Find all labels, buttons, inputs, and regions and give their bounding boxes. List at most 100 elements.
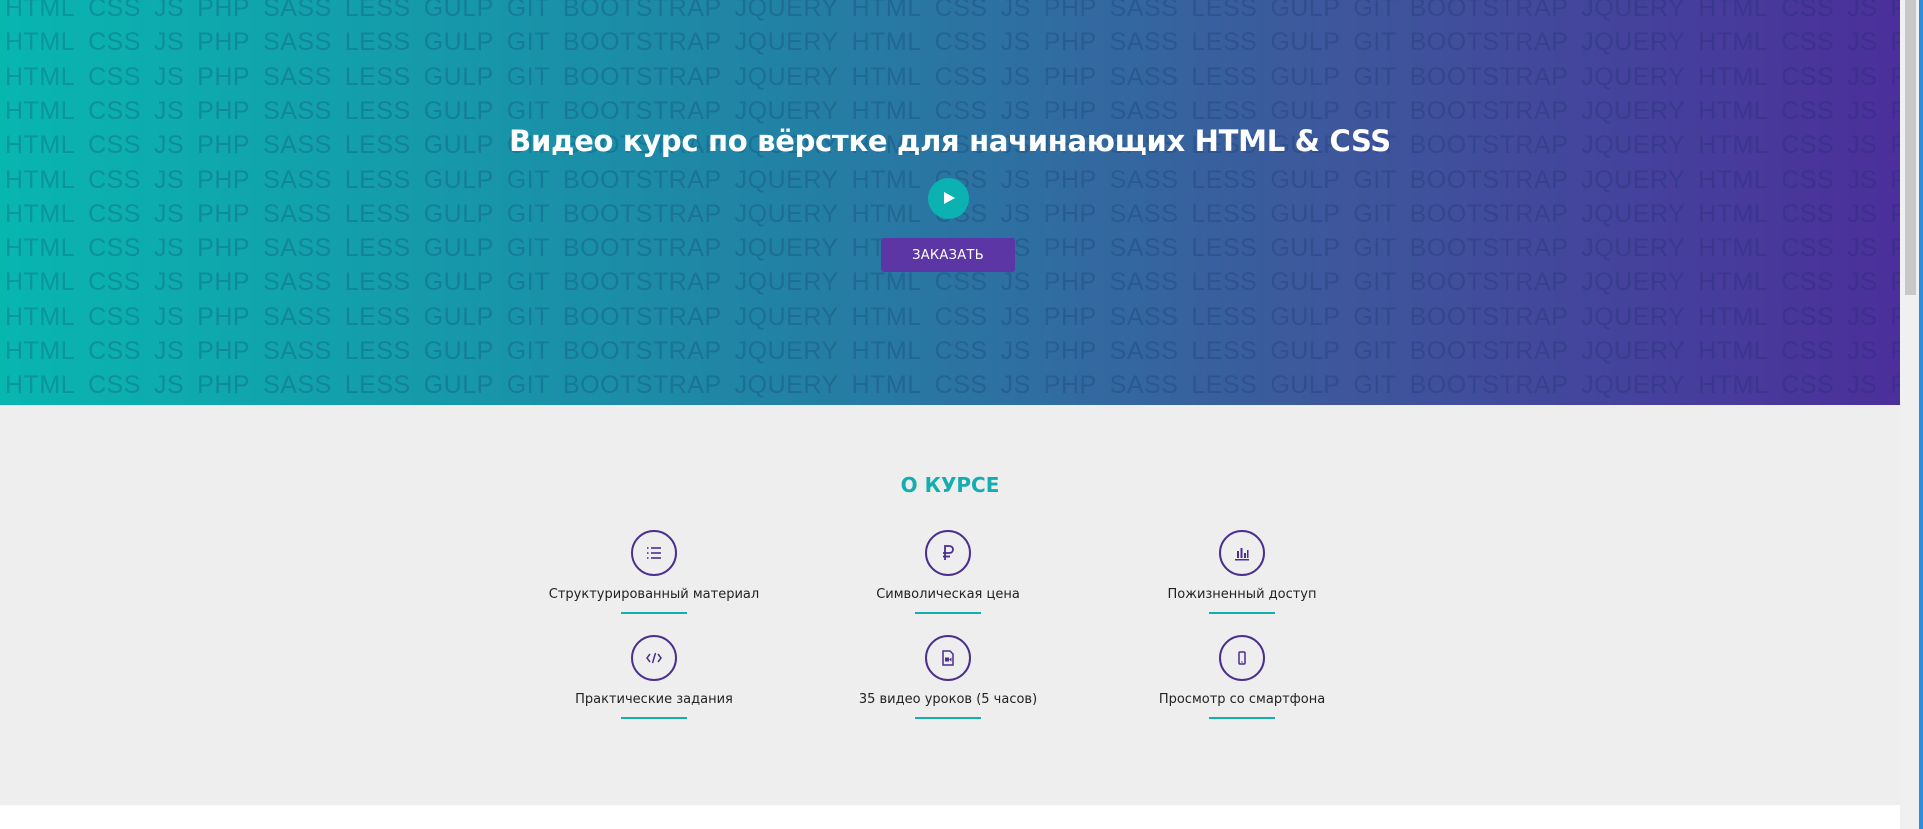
background-word: BOOTSTRAP xyxy=(1409,268,1569,297)
background-word: JQUERY xyxy=(734,199,839,228)
background-word: PHP xyxy=(1043,199,1097,228)
background-word: JS xyxy=(1847,234,1878,263)
background-word: HTML xyxy=(5,337,76,365)
background-word: SASS xyxy=(1109,199,1179,228)
background-word: CSS xyxy=(1781,337,1835,365)
hero-title: Видео курс по вёрстке для начинающих HTM… xyxy=(509,124,1391,158)
background-word: SASS xyxy=(263,199,332,228)
background-word: GIT xyxy=(1353,28,1397,57)
background-word: JS xyxy=(1847,199,1878,228)
background-word: CSS xyxy=(88,302,141,331)
background-word: CSS xyxy=(88,165,141,194)
background-word: CSS xyxy=(1781,268,1835,297)
code-icon xyxy=(631,635,677,681)
background-word: HTML xyxy=(5,234,76,263)
background-word: LESS xyxy=(1191,337,1258,365)
background-word: JS xyxy=(1000,268,1031,297)
background-word: HTML xyxy=(851,371,922,400)
background-word: CSS xyxy=(88,199,141,228)
background-word: SASS xyxy=(263,165,332,194)
background-word: PHP xyxy=(197,234,251,263)
background-word: JS xyxy=(153,96,185,125)
background-word: PHP xyxy=(1890,199,1900,228)
background-word: BOOTSTRAP xyxy=(562,371,722,400)
background-word: SASS xyxy=(1109,234,1179,263)
background-word: PHP xyxy=(1890,337,1900,365)
background-word: GULP xyxy=(1270,302,1341,331)
background-word: JQUERY xyxy=(734,371,839,400)
background-word: HTML xyxy=(1698,337,1769,365)
background-word: JQUERY xyxy=(734,268,839,297)
feature-label: Просмотр со смартфона xyxy=(1158,692,1326,707)
background-word: SASS xyxy=(1109,28,1179,57)
background-word: HTML xyxy=(1698,28,1769,57)
background-word: HTML xyxy=(5,62,76,91)
background-word: GULP xyxy=(423,337,494,365)
background-word: JQUERY xyxy=(1581,62,1686,91)
background-word: HTML xyxy=(1698,96,1769,125)
background-word: BOOTSTRAP xyxy=(562,0,722,22)
background-word: JS xyxy=(1000,28,1031,57)
background-word: PHP xyxy=(1890,234,1900,263)
feature-underline xyxy=(915,612,981,614)
background-word: JS xyxy=(1000,62,1031,91)
background-word: CSS xyxy=(934,0,988,22)
background-word: CSS xyxy=(934,62,988,91)
play-video-button[interactable] xyxy=(928,178,969,219)
background-word: JQUERY xyxy=(734,62,839,91)
background-word-row: HTML CSS JS PHP SASS LESS GULP GIT BOOTSTRAP JQUE… xyxy=(5,97,1900,125)
background-word: BOOTSTRAP xyxy=(1409,199,1569,228)
background-word: JS xyxy=(153,371,185,400)
background-word: PHP xyxy=(1043,0,1097,22)
feature-underline xyxy=(1209,717,1275,719)
page: HTML CSS JS PHP SASS LESS GULP GIT BOOTSTRAP JQUE… xyxy=(0,0,1923,829)
background-word: JQUERY xyxy=(734,337,839,365)
background-word: BOOTSTRAP xyxy=(562,62,722,91)
background-word: GULP xyxy=(1270,96,1341,125)
background-word: GULP xyxy=(1270,337,1341,365)
smartphone-icon xyxy=(1219,635,1265,681)
background-word: JS xyxy=(1000,0,1031,22)
background-word-row: HTML CSS JS PHP SASS LESS GULP GIT BOOTSTRAP JQUE… xyxy=(5,303,1900,331)
ruble-icon xyxy=(925,530,971,576)
background-word: GULP xyxy=(423,62,494,91)
background-word: CSS xyxy=(934,28,988,57)
background-word-row: HTML CSS JS PHP SASS LESS GULP GIT BOOTSTRAP JQUE… xyxy=(5,268,1900,296)
order-button[interactable]: ЗАКАЗАТЬ xyxy=(881,238,1015,272)
background-word: BOOTSTRAP xyxy=(562,302,722,331)
scrollbar[interactable] xyxy=(1900,0,1923,829)
background-word: GIT xyxy=(506,234,550,263)
feature-label: Структурированный материал xyxy=(548,587,760,602)
background-word: BOOTSTRAP xyxy=(562,268,722,297)
background-word: BOOTSTRAP xyxy=(1409,0,1569,22)
background-word: CSS xyxy=(934,337,988,365)
background-word: BOOTSTRAP xyxy=(562,165,722,194)
background-word: SASS xyxy=(1109,0,1179,22)
background-word: HTML xyxy=(5,0,76,22)
background-word: CSS xyxy=(88,234,141,263)
background-word: SASS xyxy=(263,96,332,125)
background-word: SASS xyxy=(1109,302,1179,331)
background-word: GIT xyxy=(1353,0,1397,22)
background-word: HTML xyxy=(5,199,76,228)
background-word: JS xyxy=(1847,268,1878,297)
next-section xyxy=(0,805,1900,829)
background-word: LESS xyxy=(344,28,411,57)
background-word: JQUERY xyxy=(1581,337,1686,365)
background-word: GULP xyxy=(423,96,494,125)
background-word: JS xyxy=(153,302,185,331)
background-word: GIT xyxy=(506,96,550,125)
background-word: BOOTSTRAP xyxy=(1409,371,1569,400)
background-word: PHP xyxy=(197,371,251,400)
background-word: LESS xyxy=(1191,199,1258,228)
background-word: HTML xyxy=(1698,62,1769,91)
background-word: JQUERY xyxy=(1581,268,1686,297)
scrollbar-thumb[interactable] xyxy=(1905,0,1916,295)
background-word: JS xyxy=(1847,96,1878,125)
background-word: BOOTSTRAP xyxy=(1409,234,1569,263)
feature-underline xyxy=(915,717,981,719)
background-word: CSS xyxy=(934,371,988,400)
background-word: GIT xyxy=(1353,337,1397,365)
background-word: PHP xyxy=(1043,371,1097,400)
background-word: HTML xyxy=(5,268,76,297)
